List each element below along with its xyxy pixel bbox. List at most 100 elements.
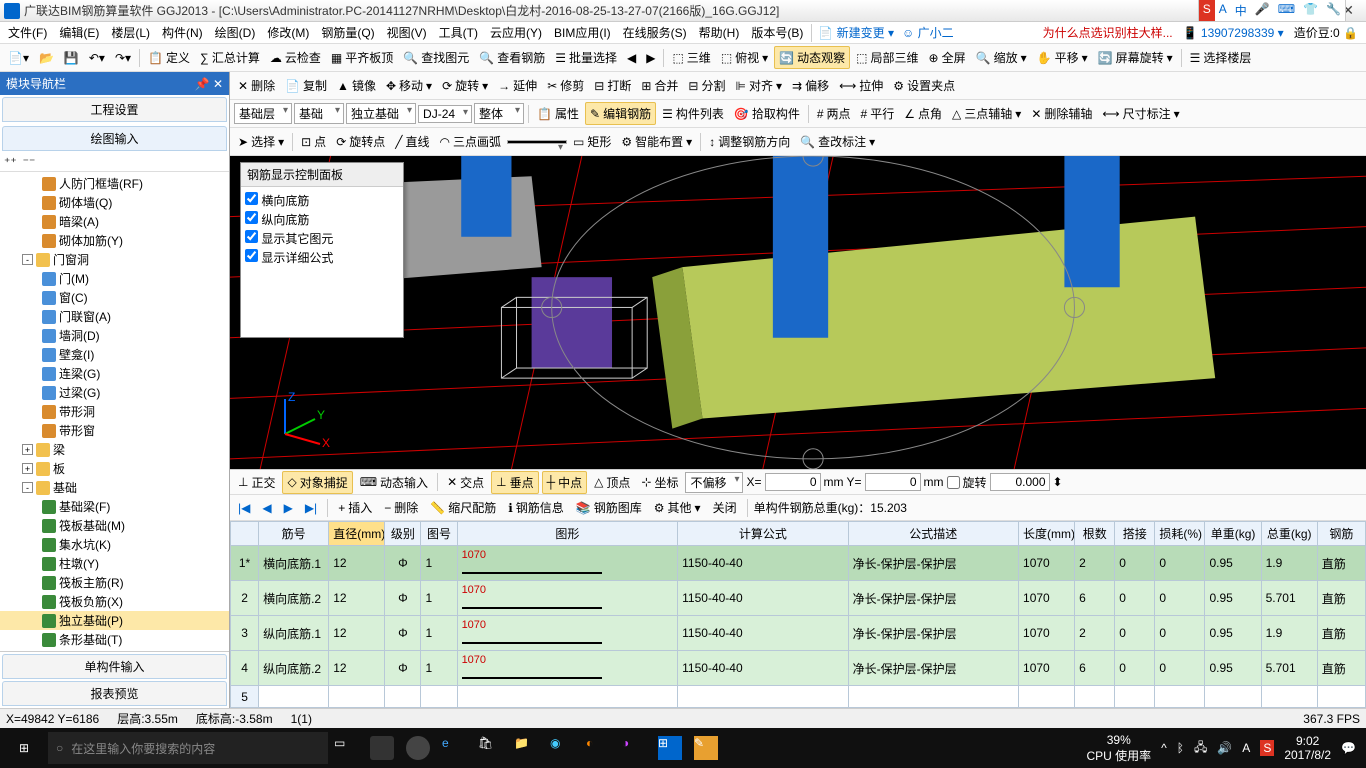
taskview-icon[interactable]: ▭ [334,736,358,760]
menu-item[interactable]: 帮助(H) [693,24,746,42]
menu-item[interactable]: 视图(V) [381,24,433,42]
tab-report-preview[interactable]: 报表预览 [2,681,227,706]
explorer-icon[interactable]: 📁 [514,736,538,760]
store-icon[interactable]: 🛍 [478,736,502,760]
parallel-button[interactable]: # 平行 [857,103,899,124]
viewrebar-button[interactable]: 🔍 查看钢筋 [475,47,549,68]
delete-button[interactable]: ✕ 删除 [234,75,279,96]
component-dropdown[interactable]: DJ-24 [418,105,472,123]
tree-expander[interactable]: + [22,463,33,474]
tree-item[interactable]: 带形窗 [0,421,229,440]
ime-tool[interactable]: 🔧 [1322,0,1345,21]
color-dropdown[interactable] [507,140,567,144]
tree-item[interactable]: 门联窗(A) [0,307,229,326]
tab-draw-input[interactable]: 绘图输入 [2,126,227,151]
define-button[interactable]: 📋 定义 [144,47,194,68]
tray-lang-icon[interactable]: A [1242,741,1250,755]
delete-row-button[interactable]: − 删除 [380,497,422,518]
col-header[interactable]: 长度(mm) [1019,522,1075,546]
menu-item[interactable]: 构件(N) [156,24,209,42]
ime-cn[interactable]: 中 [1231,0,1251,21]
point-button[interactable]: ⊡ 点 [297,131,330,152]
next-rec-button[interactable]: ▶ [280,499,297,517]
delaxis-button[interactable]: ✕ 删除辅轴 [1027,103,1096,124]
app-icon-6[interactable]: ⊞ [658,736,682,760]
insert-row-button[interactable]: + 插入 [334,497,376,518]
y-input[interactable] [865,473,921,491]
col-header[interactable]: 公式描述 [848,522,1018,546]
tab-project-settings[interactable]: 工程设置 [2,97,227,122]
component-tree[interactable]: 人防门框墙(RF)砌体墙(Q)暗梁(A)砌体加筋(Y)-门窗洞门(M)窗(C)门… [0,172,229,651]
batch-button[interactable]: ☰ 批量选择 [551,47,621,68]
col-header[interactable]: 图形 [457,522,678,546]
col-header[interactable]: 损耗(%) [1155,522,1205,546]
merge-button[interactable]: ⊞ 合并 [637,75,682,96]
extend-button[interactable]: → 延伸 [494,75,541,96]
undo-button[interactable]: ↶▾ [85,49,109,67]
display-option[interactable]: 横向底筋 [245,191,399,210]
tray-bt-icon[interactable]: ᛒ [1177,741,1184,755]
app-icon-3[interactable]: ◉ [550,736,574,760]
col-header[interactable]: 根数 [1075,522,1115,546]
editmark-button[interactable]: 🔍 查改标注 ▾ [796,131,879,152]
move-button[interactable]: ✥ 移动 ▾ [382,75,436,96]
tree-item[interactable]: 砌体加筋(Y) [0,231,229,250]
dynview-button[interactable]: 🔄 动态观察 [774,46,850,69]
prev-rec-button[interactable]: ◀ [258,499,275,517]
phone-label[interactable]: 📱 13907298339 ▾ [1179,26,1288,40]
dimension-button[interactable]: ⟷ 尺寸标注 ▾ [1098,103,1183,124]
tree-item[interactable]: 柱墩(Y) [0,554,229,573]
tree-item[interactable]: +板 [0,459,229,478]
tree-item[interactable]: -基础 [0,478,229,497]
ortho-button[interactable]: ⊥ 正交 [234,472,279,493]
menu-item[interactable]: 文件(F) [2,24,53,42]
col-header[interactable]: 钢筋 [1317,522,1365,546]
tree-item[interactable]: 筏板负筋(X) [0,592,229,611]
arc3-button[interactable]: ◠ 三点画弧 [436,131,506,152]
new-change-link[interactable]: 📄 新建变更 ▾ [814,24,898,41]
menu-item[interactable]: 编辑(E) [53,24,105,42]
tree-item[interactable]: 人防门框墙(RF) [0,174,229,193]
new-button[interactable]: 📄▾ [4,49,33,67]
setpoint-button[interactable]: ⚙ 设置夹点 [889,75,959,96]
3d-viewport[interactable]: Z Y X 钢筋显示控制面板 横向底筋 纵向底筋 显示其它图元 显示详细公式 [230,156,1366,469]
col-header[interactable]: 筋号 [259,522,329,546]
cross-button[interactable]: ✕ 交点 [443,472,488,493]
ime-skin[interactable]: 👕 [1299,0,1322,21]
tree-item[interactable]: +梁 [0,440,229,459]
ime-logo[interactable]: S [1199,0,1215,21]
smart-button[interactable]: ⚙ 智能布置 ▾ [617,131,696,152]
tree-item[interactable]: 墙洞(D) [0,326,229,345]
ime-mic[interactable]: 🎤 [1251,0,1274,21]
mirror-button[interactable]: ▲ 镜像 [333,75,380,96]
scale-button[interactable]: 📏 缩尺配筋 [426,497,500,518]
menu-item[interactable]: BIM应用(I) [548,24,617,42]
tray-notif-icon[interactable]: 💬 [1341,741,1356,755]
tree-item[interactable]: 独立基础(P) [0,611,229,630]
tray-net-icon[interactable]: 🖧 [1194,738,1207,759]
rotate-button[interactable]: ⟳ 旋转 ▾ [438,75,492,96]
display-option[interactable]: 显示其它图元 [245,229,399,248]
threept-button[interactable]: △ 三点辅轴 ▾ [948,103,1025,124]
select-button[interactable]: ➤ 选择 ▾ [234,131,288,152]
start-button[interactable]: ⊞ [0,728,48,768]
tree-item[interactable]: 窗(C) [0,288,229,307]
rebar-grid[interactable]: 筋号直径(mm)级别图号图形计算公式公式描述长度(mm)根数搭接损耗(%)单重(… [230,521,1366,708]
tray-ime-icon[interactable]: S [1260,740,1274,756]
adjustdir-button[interactable]: ↕ 调整钢筋方向 [705,131,794,152]
coord-button[interactable]: ⊹ 坐标 [637,472,682,493]
app-icon-1[interactable] [370,736,394,760]
rebar-info-button[interactable]: ℹ 钢筋信息 [504,497,568,518]
menu-item[interactable]: 版本号(B) [745,24,809,42]
edge-icon[interactable]: e [442,736,466,760]
app-icon-2[interactable] [406,736,430,760]
tray-up-icon[interactable]: ^ [1161,741,1167,755]
twopoint-button[interactable]: # 两点 [813,103,855,124]
x-input[interactable] [765,473,821,491]
xiaoer-link[interactable]: ☺ 广小二 [898,24,958,41]
table-row[interactable]: 2横向底筋.212Φ110701150-40-40净长-保护层-保护层10706… [231,581,1366,616]
tree-item[interactable]: 门(M) [0,269,229,288]
tree-item[interactable]: 筏板基础(M) [0,516,229,535]
dynin-button[interactable]: ⌨ 动态输入 [356,472,432,493]
tree-item[interactable]: 带形洞 [0,402,229,421]
